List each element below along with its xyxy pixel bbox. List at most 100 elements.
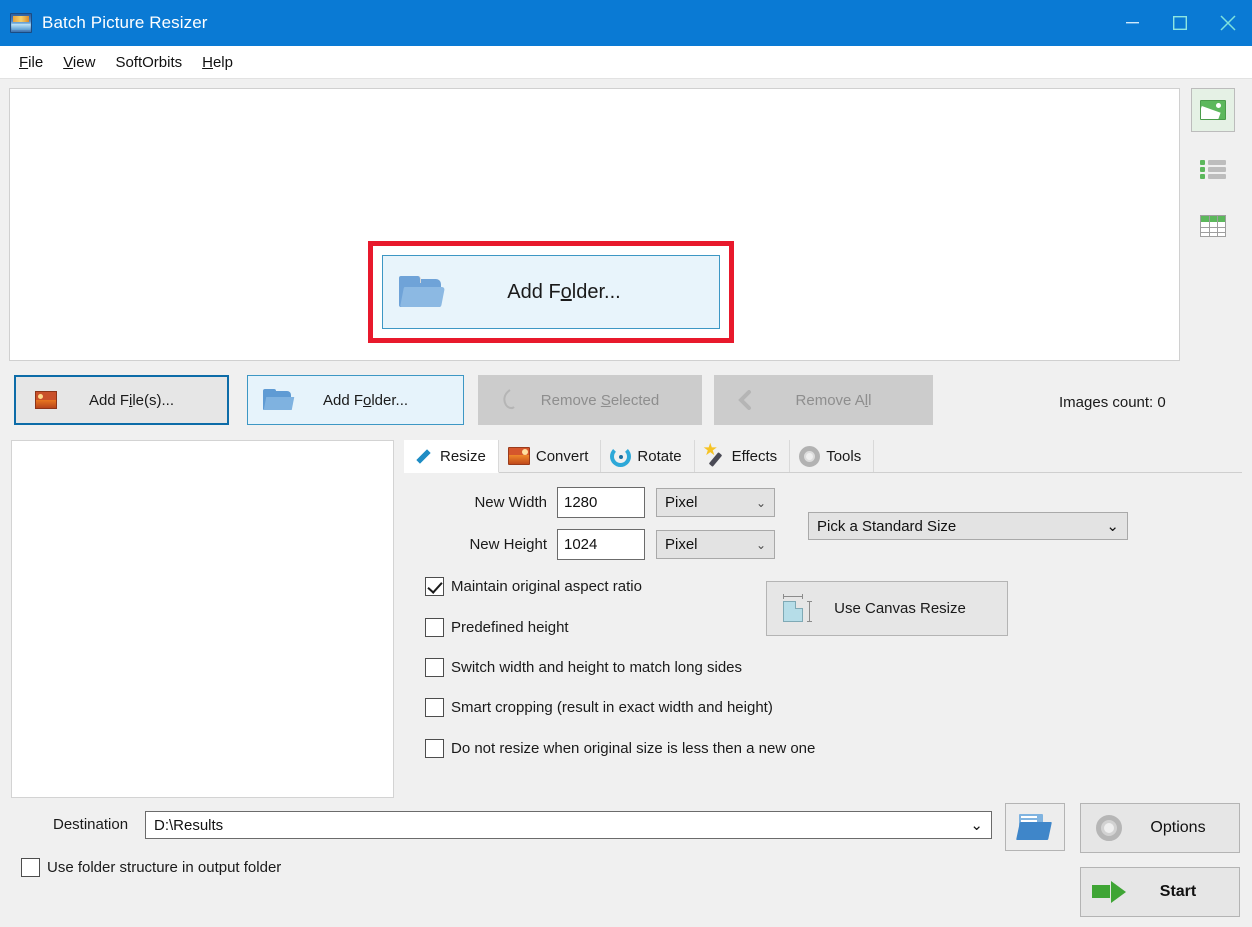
new-height-input[interactable]: 1024 bbox=[557, 529, 645, 560]
new-width-input[interactable]: 1280 bbox=[557, 487, 645, 518]
chevron-down-icon: ⌄ bbox=[756, 496, 766, 510]
list-view-icon bbox=[1200, 158, 1226, 178]
start-label: Start bbox=[1131, 883, 1225, 901]
remove-selected-icon bbox=[489, 388, 529, 412]
tab-effects[interactable]: Effects bbox=[695, 440, 791, 472]
checkbox-label: Maintain original aspect ratio bbox=[451, 578, 642, 595]
thumbnail-view-button[interactable] bbox=[1191, 88, 1235, 132]
start-button[interactable]: Start bbox=[1080, 867, 1240, 917]
new-width-unit-select[interactable]: Pixel ⌄ bbox=[656, 488, 775, 517]
chevron-down-icon: ⌄ bbox=[756, 538, 766, 552]
menu-item-softorbits[interactable]: SoftOrbits bbox=[105, 52, 192, 73]
new-width-label: New Width bbox=[447, 494, 547, 511]
tab-tools[interactable]: Tools bbox=[790, 440, 874, 472]
checkbox-label: Use folder structure in output folder bbox=[47, 859, 281, 876]
checkbox-label: Smart cropping (result in exact width an… bbox=[451, 699, 773, 716]
maximize-button[interactable] bbox=[1156, 0, 1204, 46]
menu-item-help[interactable]: Help bbox=[192, 52, 243, 73]
new-height-label: New Height bbox=[447, 536, 547, 553]
new-height-unit-select[interactable]: Pixel ⌄ bbox=[656, 530, 775, 559]
remove-all-label: Remove All bbox=[765, 392, 902, 409]
standard-size-value: Pick a Standard Size bbox=[817, 518, 956, 535]
menu-bar: FFileile View SoftOrbits Help bbox=[0, 46, 1252, 79]
add-folder-dropzone-label: Add Folder... bbox=[443, 281, 685, 304]
use-canvas-resize-button[interactable]: Use Canvas Resize bbox=[766, 581, 1008, 636]
tab-strip: Resize Convert Rotate Effects Tools bbox=[404, 440, 1242, 473]
use-canvas-resize-label: Use Canvas Resize bbox=[811, 600, 989, 617]
checkbox-box bbox=[425, 618, 444, 637]
minimize-button[interactable] bbox=[1108, 0, 1156, 46]
add-folder-button[interactable]: Add Folder... bbox=[247, 375, 464, 425]
destination-value: D:\Results bbox=[154, 817, 223, 834]
canvas-resize-icon bbox=[781, 594, 811, 624]
tab-rotate[interactable]: Rotate bbox=[601, 440, 694, 472]
open-folder-icon bbox=[1018, 814, 1052, 840]
checkbox-label: Do not resize when original size is less… bbox=[451, 740, 815, 757]
gear-icon bbox=[799, 446, 820, 467]
tab-convert-label: Convert bbox=[536, 448, 589, 465]
checkbox-do-not-resize-smaller[interactable]: Do not resize when original size is less… bbox=[425, 739, 815, 758]
tab-resize-label: Resize bbox=[440, 448, 486, 465]
destination-input[interactable]: D:\Results ⌄ bbox=[145, 811, 992, 839]
green-arrow-icon bbox=[1087, 879, 1131, 905]
chevron-down-icon: ⌄ bbox=[970, 816, 983, 834]
checkbox-smart-cropping[interactable]: Smart cropping (result in exact width an… bbox=[425, 698, 773, 717]
close-icon bbox=[1220, 15, 1236, 31]
remove-selected-label: Remove Selected bbox=[529, 392, 671, 409]
menu-item-view[interactable]: View bbox=[53, 52, 105, 73]
close-button[interactable] bbox=[1204, 0, 1252, 46]
add-folder-dropzone-button[interactable]: Add Folder... bbox=[382, 255, 720, 329]
new-width-unit-value: Pixel bbox=[665, 494, 698, 511]
remove-all-icon bbox=[725, 390, 765, 410]
standard-size-select[interactable]: Pick a Standard Size ⌄ bbox=[808, 512, 1128, 540]
add-files-label: Add File(s)... bbox=[66, 392, 197, 409]
maximize-icon bbox=[1173, 16, 1187, 30]
add-folder-label: Add Folder... bbox=[298, 392, 433, 409]
file-list-panel[interactable] bbox=[11, 440, 394, 798]
checkbox-box bbox=[21, 858, 40, 877]
chevron-down-icon: ⌄ bbox=[1106, 517, 1119, 535]
checkbox-predefined-height[interactable]: Predefined height bbox=[425, 618, 569, 637]
thumbnail-view-icon bbox=[1200, 100, 1226, 120]
checkbox-box bbox=[425, 577, 444, 596]
checkbox-use-folder-structure[interactable]: Use folder structure in output folder bbox=[21, 858, 281, 877]
folder-icon bbox=[258, 389, 298, 411]
window-title: Batch Picture Resizer bbox=[42, 13, 208, 33]
options-label: Options bbox=[1131, 819, 1225, 837]
tab-convert[interactable]: Convert bbox=[499, 440, 602, 472]
images-count-label: Images count: 0 bbox=[1059, 394, 1166, 411]
magic-wand-icon bbox=[704, 446, 726, 467]
checkbox-switch-width-height[interactable]: Switch width and height to match long si… bbox=[425, 658, 742, 677]
list-view-button[interactable] bbox=[1191, 146, 1235, 190]
window-controls bbox=[1108, 0, 1252, 46]
view-mode-rail bbox=[1191, 88, 1243, 262]
new-height-row: New Height 1024 Pixel ⌄ bbox=[447, 529, 775, 560]
title-bar: Batch Picture Resizer bbox=[0, 0, 1252, 46]
checkbox-box bbox=[425, 698, 444, 717]
browse-destination-button[interactable] bbox=[1005, 803, 1065, 851]
tab-tools-label: Tools bbox=[826, 448, 861, 465]
folder-icon bbox=[399, 276, 443, 309]
tab-effects-label: Effects bbox=[732, 448, 778, 465]
details-view-button[interactable] bbox=[1191, 204, 1235, 248]
options-button[interactable]: Options bbox=[1080, 803, 1240, 853]
gear-icon bbox=[1087, 815, 1131, 841]
picture-icon bbox=[26, 391, 66, 409]
convert-picture-icon bbox=[508, 447, 530, 465]
details-view-icon bbox=[1200, 215, 1226, 237]
app-logo-icon bbox=[10, 13, 32, 33]
remove-selected-button[interactable]: Remove Selected bbox=[478, 375, 702, 425]
checkbox-maintain-aspect-ratio[interactable]: Maintain original aspect ratio bbox=[425, 577, 642, 596]
rotate-circular-arrow-icon bbox=[610, 446, 631, 467]
add-files-button[interactable]: Add File(s)... bbox=[14, 375, 229, 425]
checkbox-box bbox=[425, 739, 444, 758]
minimize-icon bbox=[1126, 22, 1139, 24]
remove-all-button[interactable]: Remove All bbox=[714, 375, 933, 425]
tab-rotate-label: Rotate bbox=[637, 448, 681, 465]
checkbox-label: Switch width and height to match long si… bbox=[451, 659, 742, 676]
tab-resize[interactable]: Resize bbox=[404, 440, 499, 473]
menu-item-file[interactable]: FFileile bbox=[9, 52, 53, 73]
new-width-row: New Width 1280 Pixel ⌄ bbox=[447, 487, 775, 518]
checkbox-box bbox=[425, 658, 444, 677]
checkbox-label: Predefined height bbox=[451, 619, 569, 636]
